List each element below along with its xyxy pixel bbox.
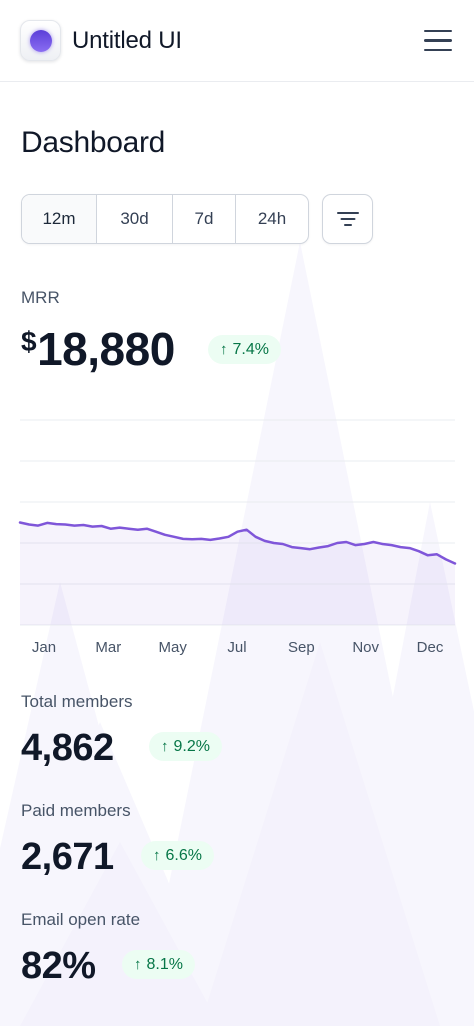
total-members-value: 4,862 <box>21 727 114 769</box>
chart-area-fill <box>20 522 455 625</box>
range-tab-24h[interactable]: 24h <box>236 195 308 243</box>
filter-button[interactable] <box>322 194 373 244</box>
brand[interactable]: Untitled UI <box>20 20 182 61</box>
hamburger-menu-icon[interactable] <box>424 29 452 52</box>
logo <box>20 20 61 61</box>
total-members-change-badge: ↑ 9.2% <box>149 732 222 761</box>
mrr-value: $18,880 <box>21 326 175 372</box>
mrr-change-badge: ↑ 7.4% <box>208 335 281 364</box>
currency-symbol: $ <box>21 326 37 357</box>
range-tab-7d[interactable]: 7d <box>173 195 236 243</box>
total-members-change: 9.2% <box>173 737 210 755</box>
arrow-up-icon: ↑ <box>220 341 228 358</box>
email-open-rate-change: 8.1% <box>146 955 183 973</box>
x-tick-label: Mar <box>95 639 121 656</box>
time-range-selector: 12m 30d 7d 24h <box>21 194 309 244</box>
paid-members-change: 6.6% <box>165 846 202 864</box>
paid-members-label: Paid members <box>21 801 131 820</box>
x-tick-label: Dec <box>417 639 444 656</box>
brand-name: Untitled UI <box>72 26 182 54</box>
paid-members-value: 2,671 <box>21 836 114 878</box>
email-open-rate-value: 82% <box>21 945 96 987</box>
x-tick-label: Jan <box>32 639 56 656</box>
total-members-label: Total members <box>21 692 133 711</box>
range-tab-30d[interactable]: 30d <box>97 195 173 243</box>
email-open-rate-label: Email open rate <box>21 910 141 929</box>
filter-lines-icon <box>336 212 359 226</box>
x-tick-label: Jul <box>227 639 246 656</box>
arrow-up-icon: ↑ <box>153 847 161 864</box>
x-tick-label: Nov <box>352 639 379 656</box>
mrr-label: MRR <box>21 288 60 307</box>
chart-x-axis: Jan Mar May Jul Sep Nov Dec <box>32 639 444 656</box>
x-tick-label: May <box>158 639 187 656</box>
paid-members-change-badge: ↑ 6.6% <box>141 841 214 870</box>
mrr-amount: 18,880 <box>37 323 175 375</box>
app-header: Untitled UI <box>0 0 474 82</box>
email-open-rate-change-badge: ↑ 8.1% <box>122 950 195 979</box>
x-tick-label: Sep <box>288 639 315 656</box>
mrr-chart: Jan Mar May Jul Sep Nov Dec <box>18 419 457 656</box>
arrow-up-icon: ↑ <box>134 956 142 973</box>
page-title: Dashboard <box>21 126 166 159</box>
arrow-up-icon: ↑ <box>161 738 169 755</box>
logo-mark-icon <box>29 29 52 52</box>
range-tab-12m[interactable]: 12m <box>22 195 97 243</box>
mrr-change: 7.4% <box>232 340 269 358</box>
